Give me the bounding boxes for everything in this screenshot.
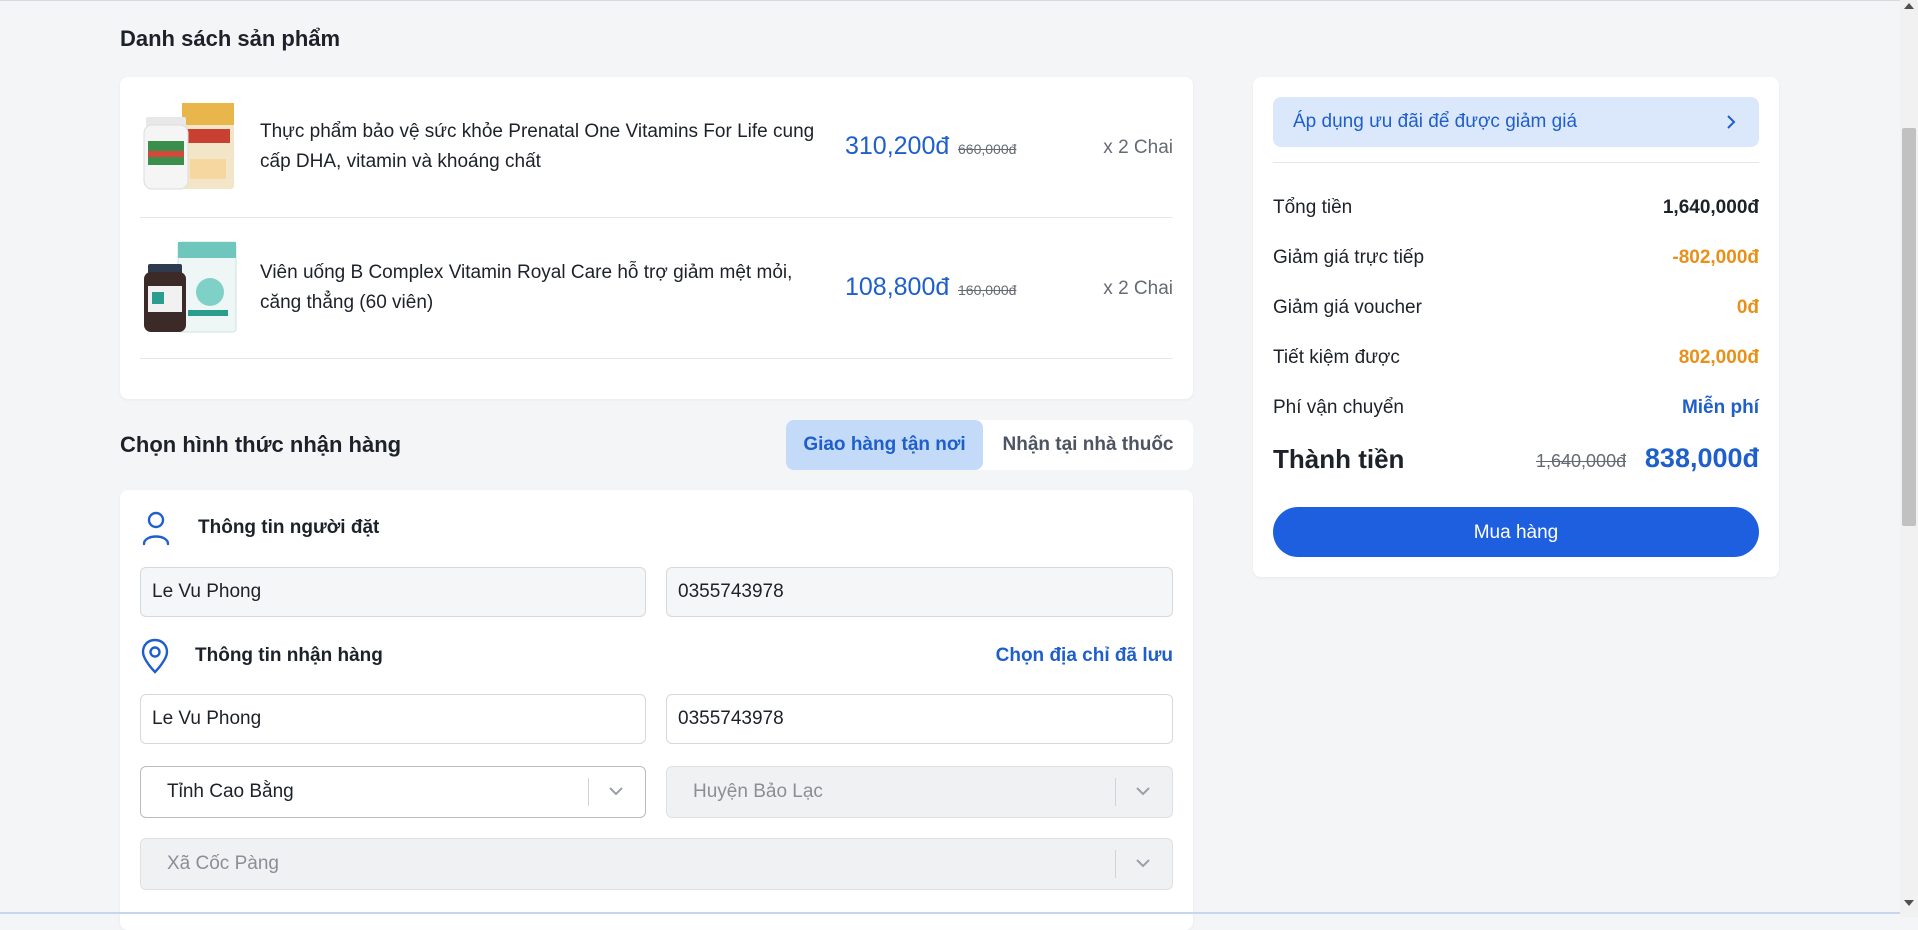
scroll-down-arrow-icon[interactable] — [1904, 899, 1914, 907]
divider — [1273, 162, 1759, 163]
bottom-border — [0, 912, 1900, 914]
b-complex-product-image — [144, 241, 237, 333]
scrollbar-thumb[interactable] — [1902, 128, 1916, 526]
province-select[interactable]: Tỉnh Cao Bằng — [140, 766, 646, 818]
ward-value: Xã Cốc Pàng — [167, 853, 279, 874]
top-border — [0, 0, 1900, 1]
select-divider — [1115, 778, 1116, 806]
product-quantity: x 2 Chai — [1103, 278, 1173, 299]
shipping-fee-value: Miễn phí — [1681, 397, 1759, 418]
delivery-section-title: Chọn hình thức nhận hàng — [120, 432, 402, 457]
orderer-heading: Thông tin người đặt — [198, 517, 380, 538]
receiver-phone-input[interactable]: 0355743978 — [666, 694, 1173, 744]
product-name[interactable]: Thực phẩm bảo vệ sức khỏe Prenatal One V… — [260, 117, 820, 177]
ward-select[interactable]: Xã Cốc Pàng — [140, 838, 1173, 890]
location-pin-icon — [141, 638, 169, 674]
orderer-name-input[interactable]: Le Vu Phong — [140, 567, 646, 617]
savings-value: 802,000đ — [1678, 347, 1759, 368]
chevron-down-icon — [1136, 859, 1150, 868]
district-value: Huyện Bảo Lạc — [693, 781, 823, 802]
voucher-discount-label: Giảm giá voucher — [1273, 297, 1422, 318]
promo-button[interactable]: Áp dụng ưu đãi để được giảm giá — [1273, 97, 1759, 147]
promo-label: Áp dụng ưu đãi để được giảm giá — [1293, 111, 1578, 132]
receiver-name-input[interactable]: Le Vu Phong — [140, 694, 646, 744]
tab-home-delivery[interactable]: Giao hàng tận nơi — [786, 420, 983, 470]
chevron-down-icon — [609, 787, 623, 796]
province-value: Tỉnh Cao Bằng — [167, 781, 294, 802]
prenatal-product-image — [143, 103, 234, 190]
product-old-price: 660,000đ — [958, 141, 1017, 157]
product-item[interactable]: Viên uống B Complex Vitamin Royal Care h… — [140, 218, 1173, 359]
product-price: 108,800đ — [845, 273, 950, 301]
user-icon — [142, 511, 170, 546]
select-divider — [1115, 850, 1116, 878]
product-price: 310,200đ — [845, 132, 950, 160]
receiver-heading: Thông tin nhận hàng — [195, 645, 383, 666]
subtotal-value: 1,640,000đ — [1662, 197, 1759, 218]
saved-address-link[interactable]: Chọn địa chỉ đã lưu — [996, 645, 1173, 667]
orderer-phone-input[interactable]: 0355743978 — [666, 567, 1173, 617]
tab-store-pickup[interactable]: Nhận tại nhà thuốc — [983, 420, 1193, 470]
scroll-up-arrow-icon[interactable] — [1904, 2, 1914, 10]
product-item[interactable]: Thực phẩm bảo vệ sức khỏe Prenatal One V… — [140, 77, 1173, 218]
product-quantity: x 2 Chai — [1103, 137, 1173, 158]
products-section-title: Danh sách sản phẩm — [120, 26, 341, 51]
product-old-price: 160,000đ — [958, 282, 1017, 298]
total-price: 838,000đ — [1644, 443, 1759, 473]
subtotal-label: Tổng tiền — [1273, 197, 1353, 218]
chevron-down-icon — [1136, 787, 1150, 796]
direct-discount-label: Giảm giá trực tiếp — [1273, 247, 1425, 268]
order-summary-card: Áp dụng ưu đãi để được giảm giá Tổng tiề… — [1253, 77, 1779, 577]
delivery-method-toggle: Giao hàng tận nơi Nhận tại nhà thuốc — [786, 420, 1193, 470]
shipping-fee-label: Phí vận chuyển — [1273, 397, 1404, 418]
savings-label: Tiết kiệm được — [1273, 347, 1400, 368]
select-divider — [588, 778, 589, 806]
product-name[interactable]: Viên uống B Complex Vitamin Royal Care h… — [260, 258, 820, 318]
total-old-price: 1,640,000đ — [1536, 451, 1627, 471]
chevron-right-icon — [1727, 115, 1736, 129]
total-label: Thành tiền — [1273, 444, 1405, 474]
direct-discount-value: -802,000đ — [1672, 247, 1759, 268]
voucher-discount-value: 0đ — [1736, 297, 1759, 318]
buy-button[interactable]: Mua hàng — [1273, 507, 1759, 557]
district-select[interactable]: Huyện Bảo Lạc — [666, 766, 1173, 818]
product-list-card: Thực phẩm bảo vệ sức khỏe Prenatal One V… — [120, 77, 1193, 399]
order-info-card: Thông tin người đặt Le Vu Phong 03557439… — [120, 490, 1193, 930]
